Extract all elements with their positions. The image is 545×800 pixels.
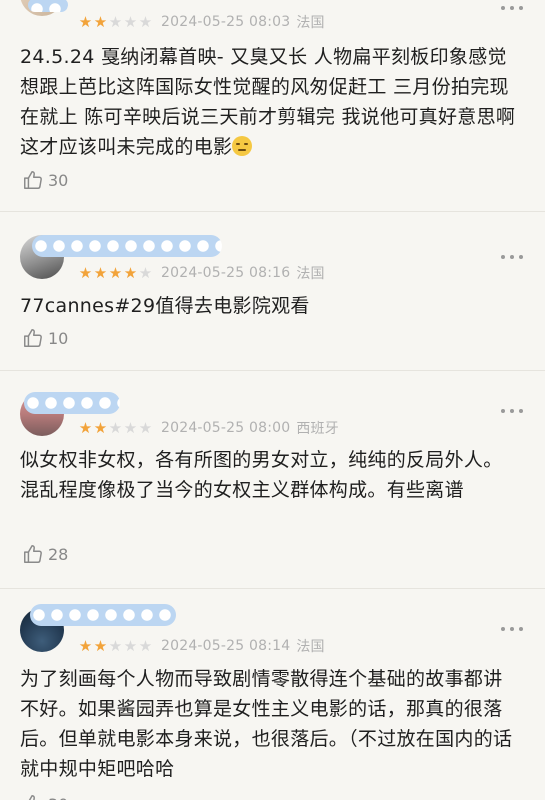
thumbs-up-icon — [24, 545, 42, 563]
review-card: ★ ★ ★ ★ ★ 2024-05-25 08:14 法国 为了刻画每个人物而导… — [0, 588, 545, 800]
like-button[interactable]: 28 — [22, 541, 68, 567]
like-button[interactable]: 10 — [22, 325, 68, 351]
rating-stars: ★ ★ ★ ★ ★ — [78, 263, 153, 282]
star-icon: ★ — [93, 418, 108, 437]
review-location: 法国 — [296, 639, 325, 655]
thumbs-up-icon — [28, 795, 35, 800]
review-text: 似女权非女权，各有所图的男女对立，纯纯的反局外人。混乱程度像极了当今的女权主义群… — [20, 449, 503, 501]
more-options-icon[interactable] — [501, 408, 523, 414]
like-count: 30 — [48, 795, 68, 800]
star-icon: ★ — [138, 418, 153, 437]
star-icon: ★ — [123, 636, 138, 655]
review-location: 法国 — [296, 266, 325, 282]
star-icon: ★ — [93, 636, 108, 655]
review-text: 为了刻画每个人物而导致剧情零散得连个基础的故事都讲不好。如果酱园弄也算是女性主义… — [20, 668, 513, 780]
review-text: 24.5.24 戛纳闭幕首映- 又臭又长 人物扁平刻板印象感觉想跟上芭比这阵国际… — [20, 46, 516, 158]
review-feed: ★ ★ ★ ★ ★ 2024-05-25 08:03 法国 24.5.24 戛纳… — [0, 0, 545, 800]
star-icon: ★ — [78, 12, 93, 31]
more-options-icon[interactable] — [501, 254, 523, 260]
review-date: 2024-05-25 08:03 — [161, 14, 291, 30]
review-meta: ★ ★ ★ ★ ★ 2024-05-25 08:03 法国 — [78, 12, 331, 32]
review-text: 77cannes#29值得去电影院观看 — [20, 295, 310, 317]
star-icon: ★ — [123, 12, 138, 31]
star-icon: ★ — [123, 263, 138, 282]
star-icon: ★ — [108, 263, 123, 282]
review-meta: ★ ★ ★ ★ ★ 2024-05-25 08:14 法国 — [78, 636, 331, 656]
redacted-username — [30, 604, 176, 626]
rating-stars: ★ ★ ★ ★ ★ — [78, 636, 153, 655]
star-icon: ★ — [108, 636, 123, 655]
review-meta: ★ ★ ★ ★ ★ 2024-05-25 08:16 法国 — [78, 263, 331, 283]
star-icon: ★ — [138, 263, 153, 282]
star-icon: ★ — [138, 12, 153, 31]
rating-stars: ★ ★ ★ ★ ★ — [78, 12, 153, 31]
thumbs-up-icon — [24, 329, 42, 347]
review-date: 2024-05-25 08:16 — [161, 265, 291, 281]
star-icon: ★ — [108, 418, 123, 437]
review-location: 西班牙 — [296, 421, 339, 437]
star-icon: ★ — [93, 263, 108, 282]
like-button[interactable]: 30 — [22, 167, 68, 193]
star-icon: ★ — [78, 636, 93, 655]
like-count: 30 — [48, 170, 69, 190]
star-icon: ★ — [93, 12, 108, 31]
review-location: 法国 — [296, 15, 325, 31]
review-date: 2024-05-25 08:00 — [161, 420, 291, 436]
more-options-icon[interactable] — [501, 626, 523, 632]
review-card: ★ ★ ★ ★ ★ 2024-05-25 08:00 西班牙 似女权非女权，各有… — [0, 370, 545, 589]
redacted-username — [24, 392, 120, 414]
sweat-face-icon — [232, 136, 253, 156]
redacted-username — [32, 235, 222, 257]
review-card: ★ ★ ★ ★ ★ 2024-05-25 08:03 法国 24.5.24 戛纳… — [0, 0, 545, 212]
like-count: 28 — [48, 544, 69, 564]
thumbs-up-icon — [24, 171, 42, 189]
more-options-icon[interactable] — [501, 5, 523, 11]
redacted-username — [28, 0, 68, 12]
rating-stars: ★ ★ ★ ★ ★ — [78, 418, 153, 437]
star-icon: ★ — [78, 263, 93, 282]
star-icon: ★ — [138, 636, 153, 655]
review-meta: ★ ★ ★ ★ ★ 2024-05-25 08:00 西班牙 — [78, 418, 345, 438]
review-card: ★ ★ ★ ★ ★ 2024-05-25 08:16 法国 77cannes#2… — [0, 211, 545, 371]
star-icon: ★ — [78, 418, 93, 437]
star-icon: ★ — [123, 418, 138, 437]
star-icon: ★ — [108, 12, 123, 31]
like-count: 10 — [48, 328, 69, 348]
like-button[interactable]: 30 — [22, 791, 68, 800]
review-date: 2024-05-25 08:14 — [161, 638, 291, 654]
